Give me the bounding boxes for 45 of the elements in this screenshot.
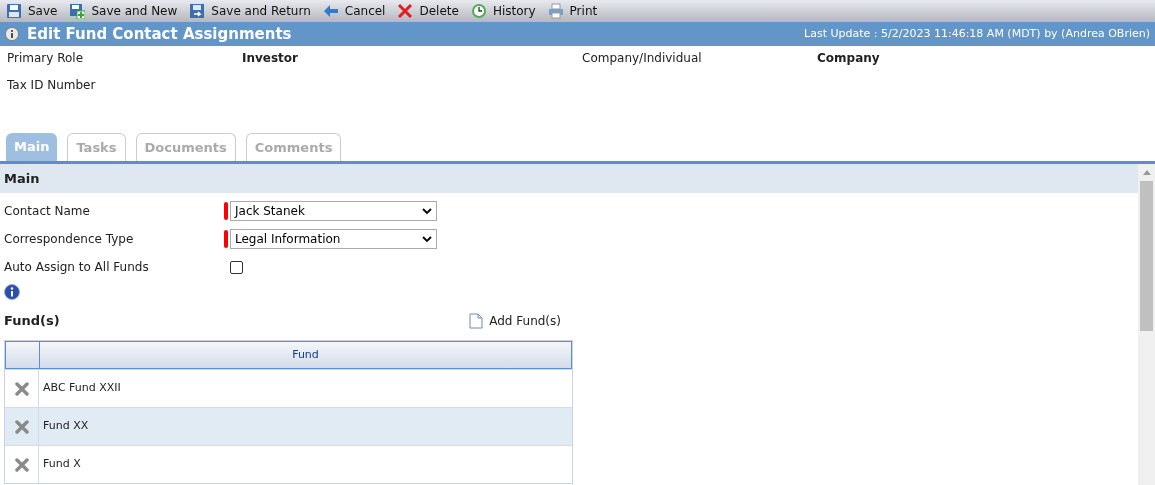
toolbar-button[interactable]: Save — [6, 2, 58, 20]
delete-x-icon — [397, 3, 414, 19]
remove-icon[interactable] — [14, 381, 29, 396]
table-cell-text: ABC Fund XXII — [42, 380, 122, 397]
dropdown[interactable]: Jack Stanek — [230, 201, 437, 221]
toolbar-button[interactable]: Print — [547, 2, 598, 20]
column-header: Fund — [291, 346, 320, 363]
remove-icon[interactable] — [14, 457, 29, 472]
field-label: Contact Name — [4, 203, 91, 220]
table-cell-text: Fund XX — [42, 418, 90, 435]
caret-icon — [422, 207, 432, 215]
document-icon — [469, 313, 484, 329]
funds-title: Fund(s) — [4, 312, 60, 331]
field-label: Correspondence Type — [4, 231, 135, 248]
info-label: Primary Role — [7, 50, 85, 67]
info-icon — [5, 27, 19, 41]
toolbar-button[interactable]: Delete — [397, 2, 459, 20]
printer-icon — [547, 3, 564, 19]
left-arrow-icon — [322, 3, 339, 19]
add-funds-link[interactable]: Add Fund(s) — [469, 312, 561, 330]
checkbox[interactable] — [230, 260, 243, 274]
info-value: Company — [817, 50, 881, 67]
scroll-thumb[interactable] — [1140, 181, 1153, 331]
table-row[interactable]: ABC Fund XXII — [5, 369, 572, 407]
toolbar-button[interactable]: History — [470, 2, 536, 20]
info-icon — [4, 284, 20, 300]
table-cell-text: Fund X — [42, 456, 82, 473]
info-label: Company/Individual — [582, 50, 703, 67]
info-value: Investor — [242, 50, 299, 67]
page-title: Edit Fund Contact Assignments — [27, 23, 292, 45]
last-update: Last Update : 5/2/2023 11:46:18 AM (MDT) by (Andrea OBrien) — [804, 25, 1150, 42]
table-row[interactable]: Fund XX — [5, 407, 572, 445]
dropdown[interactable]: Legal Information — [230, 229, 437, 249]
section-title: Main — [4, 169, 40, 188]
clock-icon — [470, 3, 487, 19]
info-label: Tax ID Number — [7, 77, 97, 94]
toolbar-button[interactable]: Save and Return — [189, 2, 311, 20]
remove-icon[interactable] — [14, 419, 29, 434]
floppy-plus-icon — [69, 3, 86, 19]
toolbar-button[interactable]: Cancel — [322, 2, 386, 20]
table-row[interactable]: Fund X — [5, 445, 572, 483]
caret-icon — [422, 235, 432, 243]
toolbar-button[interactable]: Save and New — [69, 2, 178, 20]
scroll-up-icon[interactable] — [1142, 170, 1151, 175]
field-label: Auto Assign to All Funds — [4, 259, 150, 276]
